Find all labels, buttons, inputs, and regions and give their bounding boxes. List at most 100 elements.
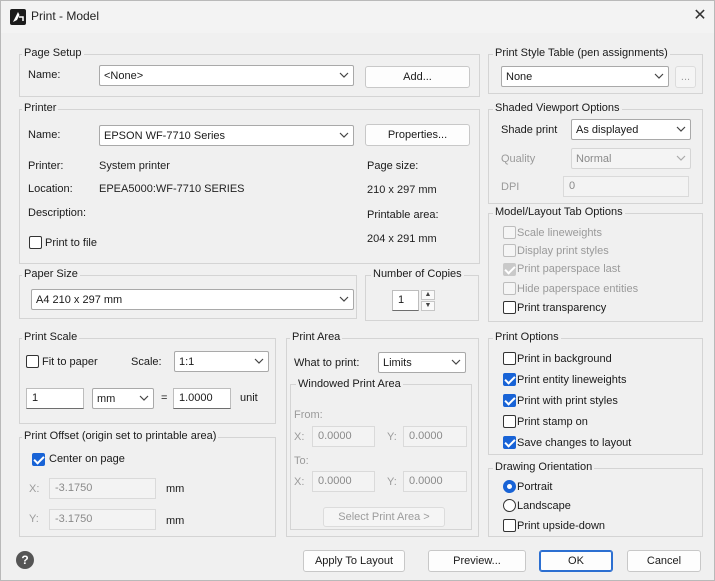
offset-y-label: Y: (29, 513, 39, 525)
printer-name-combo[interactable]: EPSON WF-7710 Series (99, 125, 354, 146)
scale-combo[interactable]: 1:1 (174, 351, 269, 372)
from-y-input[interactable]: 0.0000 (403, 426, 467, 447)
printable-area-value: 204 x 291 mm (367, 233, 437, 245)
from-x-label: X: (294, 431, 305, 443)
units-combo[interactable]: mm (92, 388, 154, 409)
help-icon[interactable]: ? (16, 551, 34, 569)
print-transparency-checkbox[interactable] (503, 301, 516, 314)
print-in-background-checkbox[interactable] (503, 352, 516, 365)
what-to-print-value: Limits (383, 357, 412, 369)
unit-label: unit (240, 392, 258, 404)
print-stamp-on-checkbox[interactable] (503, 415, 516, 428)
shade-print-label: Shade print (501, 124, 558, 136)
from-x-input[interactable]: 0.0000 (312, 426, 375, 447)
page-size-label: Page size: (367, 160, 419, 172)
location-label: Location: (28, 183, 73, 195)
scale-lineweights-label: Scale lineweights (517, 227, 602, 239)
chevron-down-icon (254, 358, 264, 364)
display-print-styles-label: Display print styles (517, 245, 609, 257)
copies-label: Number of Copies (371, 268, 464, 280)
paper-size-combo[interactable]: A4 210 x 297 mm (31, 289, 354, 310)
upside-down-label: Print upside-down (517, 520, 606, 532)
print-stamp-on-label: Print stamp on (517, 416, 588, 428)
to-x-input[interactable]: 0.0000 (312, 471, 375, 492)
from-label: From: (294, 409, 323, 421)
chevron-down-icon (654, 73, 664, 79)
location-value: EPEA5000:WF-7710 SERIES (99, 183, 245, 195)
save-changes-checkbox[interactable] (503, 436, 516, 449)
chevron-down-icon (451, 359, 461, 365)
landscape-radio[interactable] (503, 499, 516, 512)
hide-paperspace-entities-checkbox[interactable] (503, 282, 516, 295)
portrait-radio[interactable] (503, 480, 516, 493)
properties-button[interactable]: Properties... (365, 124, 470, 146)
page-setup-label: Page Setup (22, 47, 84, 59)
shaded-viewport-label: Shaded Viewport Options (493, 102, 622, 114)
dpi-input[interactable]: 0 (563, 176, 689, 197)
ok-button[interactable]: OK (539, 550, 613, 572)
print-entity-lineweights-label: Print entity lineweights (517, 374, 627, 386)
fit-to-paper-checkbox[interactable] (26, 355, 39, 368)
fit-to-paper-label: Fit to paper (42, 356, 98, 368)
print-with-print-styles-checkbox[interactable] (503, 394, 516, 407)
edit-style-table-button[interactable]: ... (675, 66, 696, 88)
preview-button[interactable]: Preview... (428, 550, 526, 572)
center-on-page-label: Center on page (49, 453, 125, 465)
chevron-down-icon (139, 395, 149, 401)
portrait-label: Portrait (517, 481, 553, 493)
display-print-styles-checkbox[interactable] (503, 244, 516, 257)
scale-lineweights-checkbox[interactable] (503, 226, 516, 239)
close-icon[interactable]: ✕ (689, 5, 711, 27)
what-to-print-combo[interactable]: Limits (378, 352, 466, 373)
shade-print-combo[interactable]: As displayed (571, 119, 691, 140)
printer-type-label: Printer: (28, 160, 64, 172)
description-label: Description: (28, 207, 87, 219)
center-on-page-checkbox[interactable] (32, 453, 45, 466)
print-paperspace-last-checkbox[interactable] (503, 263, 516, 276)
to-label: To: (294, 455, 309, 467)
hide-paperspace-entities-label: Hide paperspace entities (517, 283, 639, 295)
cancel-button[interactable]: Cancel (627, 550, 701, 572)
shade-print-value: As displayed (576, 124, 639, 136)
print-options-label: Print Options (493, 331, 561, 343)
spin-up-icon[interactable]: ▲ (421, 290, 435, 300)
print-transparency-label: Print transparency (517, 302, 607, 314)
style-table-value: None (506, 71, 533, 83)
print-to-file-checkbox[interactable] (29, 236, 42, 249)
paper-size-value: A4 210 x 297 mm (36, 294, 123, 306)
offset-x-input[interactable]: -3.1750 (49, 478, 156, 499)
quality-combo[interactable]: Normal (571, 148, 691, 169)
dpi-label: DPI (501, 181, 520, 193)
scale-right-input[interactable]: 1.0000 (173, 388, 231, 409)
to-x-label: X: (294, 476, 305, 488)
landscape-label: Landscape (517, 500, 571, 512)
page-setup-name-combo[interactable]: <None> (99, 65, 354, 86)
select-print-area-button[interactable]: Select Print Area > (323, 507, 445, 527)
style-table-combo[interactable]: None (501, 66, 669, 87)
quality-value: Normal (576, 153, 612, 165)
offset-y-input[interactable]: -3.1750 (49, 509, 156, 530)
units-value: mm (97, 393, 116, 405)
copies-input[interactable]: 1 (392, 290, 419, 311)
add-page-setup-button[interactable]: Add... (365, 66, 470, 88)
print-in-background-label: Print in background (517, 353, 612, 365)
to-y-input[interactable]: 0.0000 (403, 471, 467, 492)
chevron-down-icon (676, 126, 686, 132)
print-entity-lineweights-checkbox[interactable] (503, 373, 516, 386)
window-title: Print - Model (31, 9, 100, 23)
windowed-area-label: Windowed Print Area (296, 378, 403, 390)
apply-to-layout-button[interactable]: Apply To Layout (303, 550, 405, 572)
scale-left-input[interactable]: 1 (26, 388, 84, 409)
to-y-label: Y: (387, 476, 397, 488)
upside-down-checkbox[interactable] (503, 519, 516, 532)
printer-name-label: Name: (28, 129, 61, 141)
printer-name-value: EPSON WF-7710 Series (104, 130, 226, 142)
model-layout-label: Model/Layout Tab Options (493, 206, 625, 218)
copies-spinner[interactable]: ▲ ▼ (421, 290, 435, 311)
chevron-down-icon (339, 72, 349, 78)
orientation-label: Drawing Orientation (493, 461, 595, 473)
scale-label: Scale: (131, 356, 162, 368)
equals-label: = (161, 392, 168, 404)
spin-down-icon[interactable]: ▼ (421, 301, 435, 311)
print-dialog: Print - Model ✕ Page Setup Name: <None> … (0, 0, 715, 581)
